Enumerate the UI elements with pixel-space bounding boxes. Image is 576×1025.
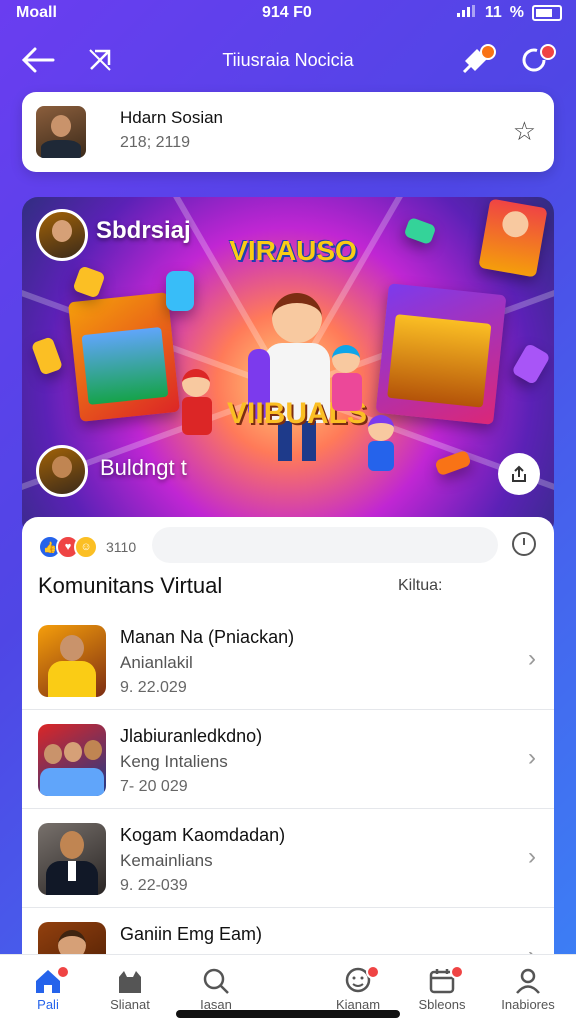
- share-icon: [512, 465, 526, 482]
- item-title: Ganiin Emg Eam): [120, 924, 263, 944]
- tab-label: Sbleons: [418, 997, 466, 1012]
- small-character: [368, 415, 402, 475]
- character-card: [478, 198, 548, 278]
- game-box-left: [68, 292, 180, 422]
- floating-ticket: [403, 216, 437, 246]
- floating-gem: [511, 342, 551, 386]
- tab-badge: [366, 965, 380, 979]
- small-character: [182, 369, 216, 439]
- star-icon[interactable]: ☆: [513, 116, 536, 147]
- floating-crystal: [30, 336, 64, 376]
- banner-title: Sbdrsiaj: [96, 217, 191, 244]
- arrow-left-icon: [21, 47, 55, 73]
- notification-badge: [480, 44, 496, 60]
- tab-badge: [450, 965, 464, 979]
- floating-cube: [72, 265, 106, 299]
- reaction-count: 3110: [106, 539, 137, 555]
- tab-label: Slianat: [110, 997, 150, 1012]
- home-indicator[interactable]: [176, 1010, 400, 1018]
- item-subtitle: Kemainlians: [120, 851, 213, 870]
- status-icons: 11 %: [456, 4, 562, 22]
- refresh-badge: [540, 44, 556, 60]
- item-subtitle: Keng Intaliens: [120, 752, 228, 771]
- no-link-icon: [89, 49, 111, 71]
- refresh-button[interactable]: [514, 40, 556, 80]
- tab-schedule[interactable]: Sbleons: [394, 965, 490, 1012]
- list-item[interactable]: Kogam Kaomdadan) Kemainlians 9. 22-039 ›: [22, 809, 554, 908]
- item-title: Jlabiuranledkdno): [120, 726, 263, 746]
- cat-icon: [119, 971, 141, 993]
- haha-reaction-icon: ☺: [74, 535, 98, 559]
- featured-banner[interactable]: Sbdrsiaj VIRAUSO VIIBUALS Buldngt t: [22, 197, 554, 537]
- section-action-link[interactable]: Kiltua:: [398, 577, 442, 595]
- item-date: 9. 22.029: [120, 679, 187, 696]
- signal-text: 11: [484, 4, 502, 21]
- chevron-right-icon: ›: [528, 744, 536, 771]
- item-date: 9. 22-039: [120, 877, 188, 894]
- community-panel: 👍 ♥ ☺ 3110 Komunitans Virtual Kiltua: Ma…: [22, 517, 554, 977]
- item-subtitle: Anianlakil: [120, 653, 193, 672]
- chevron-right-icon: ›: [528, 645, 536, 672]
- battery-percent-text: %: [509, 4, 524, 21]
- tab-community[interactable]: Kianam: [310, 965, 406, 1012]
- signal-icon: [456, 4, 477, 22]
- page-title: Tiiusraia Nocicia: [222, 50, 354, 70]
- comment-input[interactable]: [152, 527, 498, 563]
- top-nav: Tiiusraia Nocicia: [0, 40, 576, 84]
- floating-wedge: [434, 449, 472, 477]
- item-title: Manan Na (Pniackan): [120, 627, 295, 647]
- tab-badge: [56, 965, 70, 979]
- item-thumbnail: [38, 625, 106, 697]
- profile-name: Hdarn Sosian: [120, 108, 224, 127]
- back-button[interactable]: [18, 40, 58, 80]
- tab-search[interactable]: Iasan: [168, 965, 264, 1012]
- banner-avatar-small: [36, 445, 88, 497]
- share-button[interactable]: [498, 453, 540, 495]
- carrier-text: Moall: [16, 4, 57, 21]
- banner-logo-text: VIRAUSO: [229, 235, 357, 266]
- item-date: 7- 20 029: [120, 778, 188, 795]
- tab-explore[interactable]: Slianat: [82, 965, 178, 1012]
- clock-icon[interactable]: [512, 532, 536, 556]
- profile-subtitle: 218; 2119: [120, 134, 190, 151]
- item-title: Kogam Kaomdadan): [120, 825, 286, 845]
- floating-cup: [166, 271, 194, 311]
- banner-avatar: [36, 209, 88, 261]
- clock-text: 914 F0: [262, 4, 312, 21]
- list-item[interactable]: Manan Na (Pniackan) Anianlakil 9. 22.029…: [22, 611, 554, 710]
- battery-icon: [532, 5, 562, 21]
- item-thumbnail: [38, 823, 106, 895]
- search-icon: [203, 968, 229, 994]
- profile-card[interactable]: Hdarn Sosian 218; 2119 ☆: [22, 92, 554, 172]
- section-title: Komunitans Virtual: [38, 573, 223, 598]
- chevron-right-icon: ›: [528, 843, 536, 870]
- avatar: [36, 106, 86, 158]
- item-thumbnail: [38, 724, 106, 796]
- tab-profile[interactable]: Inabiores: [480, 965, 576, 1012]
- reaction-summary[interactable]: 👍 ♥ ☺ 3110: [38, 535, 136, 559]
- status-bar: Moall 914 F0 11 %: [0, 0, 576, 28]
- notification-button[interactable]: [456, 40, 496, 80]
- list-item[interactable]: Jlabiuranledkdno) Keng Intaliens 7- 20 0…: [22, 710, 554, 809]
- banner-subtitle: Buldngt t: [100, 455, 187, 480]
- small-character: [332, 345, 366, 415]
- no-link-button[interactable]: [80, 40, 120, 80]
- profile-icon: [516, 968, 540, 994]
- game-box-right: [375, 283, 507, 425]
- tab-label: Inabiores: [501, 997, 555, 1012]
